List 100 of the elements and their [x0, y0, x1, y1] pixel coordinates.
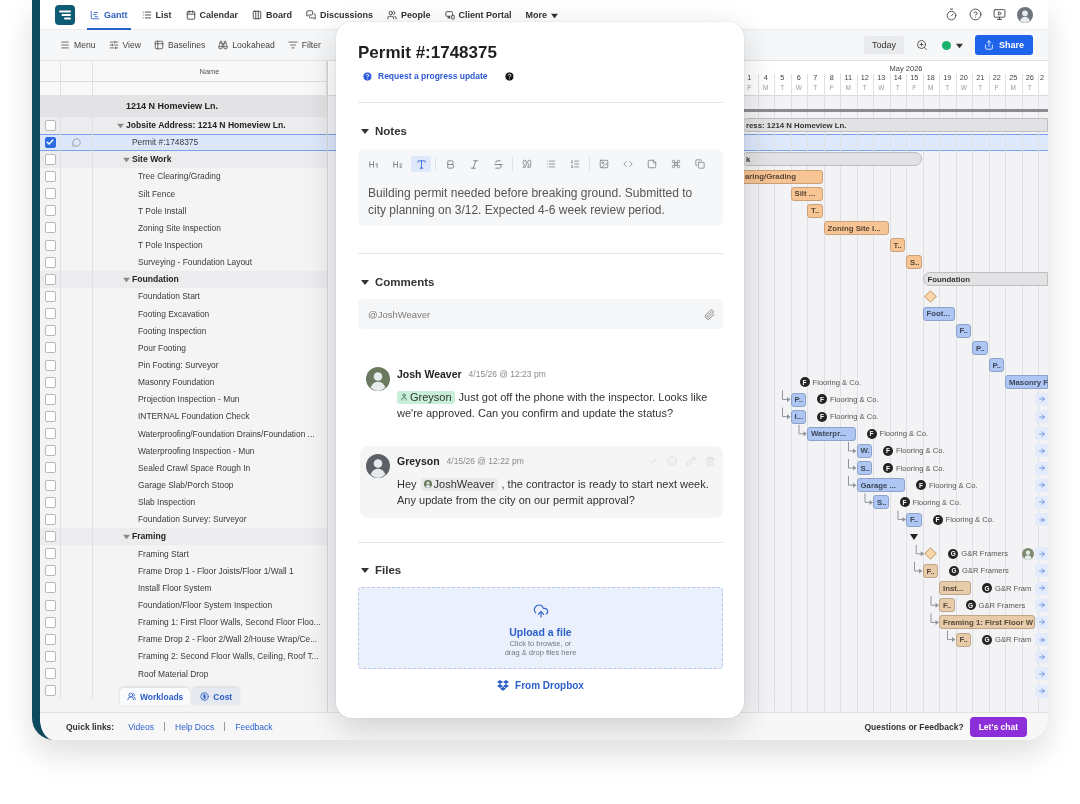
section-toggle[interactable]: Files	[358, 563, 402, 577]
task-row[interactable]: Install Floor System	[40, 579, 327, 597]
footer-link[interactable]: Feedback	[235, 721, 273, 732]
task-row[interactable]: Surveying - Foundation Layout	[40, 253, 327, 271]
trash-icon[interactable]	[705, 456, 715, 466]
checkbox[interactable]	[44, 668, 56, 680]
scroll-to-bar-button[interactable]	[1035, 478, 1048, 492]
task-row[interactable]: Footing Inspection	[40, 322, 327, 340]
mention-tag[interactable]: Greyson	[397, 390, 455, 404]
checkbox[interactable]	[44, 633, 56, 645]
checkbox[interactable]	[44, 650, 56, 662]
scroll-to-bar-button[interactable]	[1035, 598, 1048, 612]
checkbox[interactable]	[44, 428, 56, 440]
scroll-to-bar-button[interactable]	[1035, 427, 1048, 441]
task-row[interactable]: T Pole Inspection	[40, 236, 327, 254]
task-row[interactable]: Foundation	[40, 270, 327, 288]
checkbox[interactable]	[44, 256, 56, 268]
scroll-to-bar-button[interactable]	[1035, 650, 1048, 664]
checkbox[interactable]	[44, 496, 56, 508]
scroll-to-bar-button[interactable]	[1035, 564, 1048, 578]
checkbox[interactable]	[44, 479, 56, 491]
checkbox[interactable]	[44, 582, 56, 594]
checkbox[interactable]	[44, 565, 56, 577]
task-row[interactable]: Masonry Foundation	[40, 373, 327, 391]
scroll-to-bar-button[interactable]	[1035, 495, 1048, 509]
zoom-button[interactable]	[916, 39, 928, 51]
checkbox[interactable]	[44, 685, 56, 697]
checkbox[interactable]	[44, 308, 56, 320]
task-row[interactable]: Roof Material Drop	[40, 665, 327, 683]
task-row[interactable]: Framing 2: Second Floor Walls, Ceiling, Roof T...	[40, 647, 327, 665]
section-toggle[interactable]: Comments	[358, 275, 435, 289]
task-row[interactable]: INTERNAL Foundation Check	[40, 407, 327, 426]
scroll-to-bar-button[interactable]	[1035, 392, 1048, 406]
task-row[interactable]: Garage Slab/Porch Stoop	[40, 476, 327, 494]
paperclip-icon[interactable]	[704, 308, 715, 320]
checkbox[interactable]	[44, 445, 56, 457]
task-row[interactable]: Pour Footing	[40, 339, 327, 357]
checkbox[interactable]	[44, 119, 56, 131]
video-button[interactable]	[993, 8, 1006, 21]
checkbox[interactable]	[44, 410, 56, 422]
scroll-to-bar-button[interactable]	[1035, 547, 1048, 561]
view-tab[interactable]: People	[384, 0, 434, 30]
task-row[interactable]: T Pole Install	[40, 202, 327, 220]
task-row[interactable]: Tree Clearing/Grading	[40, 167, 327, 186]
task-row[interactable]: Slab Inspection	[40, 493, 327, 511]
view-tab[interactable]: List	[138, 0, 175, 30]
timer-button[interactable]	[945, 8, 958, 21]
checkbox[interactable]	[44, 513, 56, 525]
task-row[interactable]: Waterproofing Inspection - Mun	[40, 442, 327, 460]
checkbox[interactable]	[44, 136, 56, 148]
panel-tab[interactable]: Cost	[193, 688, 240, 705]
view-tab[interactable]: Board	[249, 0, 296, 30]
checkbox[interactable]	[44, 616, 56, 628]
checkbox[interactable]	[44, 188, 56, 200]
view-tab[interactable]: Calendar	[182, 0, 242, 30]
scroll-to-bar-button[interactable]	[1035, 615, 1048, 629]
toolbar-button[interactable]: View	[104, 40, 145, 50]
checkbox[interactable]	[44, 239, 56, 251]
section-toggle[interactable]: Notes	[358, 124, 407, 138]
checkbox[interactable]	[44, 376, 56, 388]
checkbox[interactable]	[44, 325, 56, 337]
task-row[interactable]: Waterproofing/Foundation Drains/Foundation ...	[40, 425, 327, 443]
task-row[interactable]: Silt Fence	[40, 185, 327, 203]
view-tab[interactable]: Discussions	[303, 0, 377, 30]
panel-tab[interactable]: Workloads	[120, 688, 191, 705]
task-row[interactable]: Sealed Crawl Space Rough In	[40, 459, 327, 477]
scroll-to-bar-button[interactable]	[1035, 461, 1048, 475]
footer-link[interactable]: Videos	[128, 721, 155, 732]
scroll-to-bar-button[interactable]	[1035, 684, 1048, 698]
task-row[interactable]: Foundation/Floor System Inspection	[40, 596, 327, 614]
scroll-to-bar-button[interactable]	[1035, 444, 1048, 458]
notes-editor[interactable]: Building permit needed before breaking ground. Submitted to city planning on 3/12. Expected 4-6 week review period.	[358, 149, 723, 226]
today-button[interactable]: Today	[863, 36, 904, 54]
scroll-to-bar-button[interactable]	[1035, 633, 1048, 647]
footer-link[interactable]: Help Docs	[175, 721, 215, 732]
checkbox[interactable]	[44, 393, 56, 405]
checkbox[interactable]	[44, 462, 56, 474]
share-button[interactable]: Share	[975, 35, 1033, 55]
comment-icon[interactable]	[72, 137, 81, 147]
chat-button[interactable]: Let's chat	[969, 716, 1027, 737]
mention-tag[interactable]: JoshWeaver	[420, 477, 498, 491]
logo-icon[interactable]	[55, 4, 75, 25]
scroll-to-bar-button[interactable]	[1035, 410, 1048, 424]
toolbar-button[interactable]: Menu	[56, 40, 100, 50]
project-row[interactable]: 1214 N Homeview Ln.	[40, 96, 327, 117]
checkbox[interactable]	[44, 599, 56, 611]
checkbox[interactable]	[44, 530, 56, 542]
scroll-to-bar-button[interactable]	[1035, 513, 1048, 526]
scroll-to-bar-button[interactable]	[1035, 581, 1048, 595]
task-row[interactable]: Foundation Survey: Surveyor	[40, 510, 327, 528]
checkbox[interactable]	[44, 290, 56, 302]
checkbox[interactable]	[44, 205, 56, 217]
task-row[interactable]: Framing	[40, 527, 327, 545]
task-row[interactable]: Frame Drop 1 - Floor Joists/Floor 1/Wall 1	[40, 562, 327, 580]
checkbox[interactable]	[44, 222, 56, 234]
caret-icon[interactable]	[910, 533, 919, 540]
toolbar-button[interactable]: Filter	[283, 40, 325, 50]
task-row[interactable]: Frame Drop 2 - Floor 2/Wall 2/House Wrap/Ce...	[40, 630, 327, 648]
scroll-to-bar-button[interactable]	[1035, 667, 1048, 681]
progress-update-link[interactable]: Request a progress update	[362, 70, 488, 82]
